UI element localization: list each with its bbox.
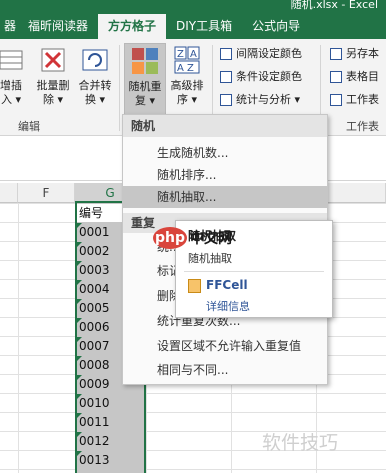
- menu-item-random-sort[interactable]: 随机排序...: [123, 164, 327, 186]
- cell-value: 0009: [79, 377, 110, 391]
- grid-line: [18, 203, 19, 473]
- data-cell[interactable]: 0012: [77, 432, 144, 450]
- tooltip-more-info-link[interactable]: 详细信息: [206, 298, 250, 314]
- table-directory-button[interactable]: 表格目: [328, 67, 379, 87]
- error-indicator-icon: [77, 299, 82, 304]
- cell-value: 0008: [79, 358, 110, 372]
- save-as-button[interactable]: 另存本: [328, 44, 379, 64]
- grid-line: [0, 469, 386, 470]
- worksheet-button[interactable]: 工作表: [328, 90, 379, 110]
- cell-value: 0006: [79, 320, 110, 334]
- column-header-f[interactable]: F: [18, 183, 75, 203]
- merge-convert-icon: [80, 45, 110, 75]
- menu-header-random: 随机: [123, 115, 327, 137]
- alternate-color-label: 间隔设定颜色: [236, 47, 302, 60]
- cell-value: 0001: [79, 225, 110, 239]
- save-as-label: 另存本: [346, 47, 379, 60]
- error-indicator-icon: [77, 261, 82, 266]
- grid-line: [0, 393, 386, 394]
- cell-value: 0013: [79, 453, 110, 467]
- random-repeat-button[interactable]: 随机重 复 ▾: [124, 43, 166, 115]
- error-indicator-icon: [77, 280, 82, 285]
- error-indicator-icon: [77, 356, 82, 361]
- cell-value: 0002: [79, 244, 110, 258]
- worksheet-label: 工作表: [346, 93, 379, 106]
- svg-text:A: A: [190, 49, 197, 60]
- stats-analysis-label: 统计与分析 ▾: [236, 93, 301, 106]
- insert-label: 增插 入 ▾: [0, 79, 22, 106]
- menu-item-generate-random[interactable]: 生成随机数...: [123, 142, 327, 164]
- window-title: 随机.xlsx - Excel: [290, 0, 378, 11]
- error-indicator-icon: [77, 318, 82, 323]
- menu-item-same-different[interactable]: 相同与不同...: [123, 359, 327, 381]
- cell-value: 0012: [79, 434, 110, 448]
- tab-foxit[interactable]: 福昕阅读器: [18, 14, 98, 39]
- table-directory-label: 表格目: [346, 70, 379, 83]
- watermark-site: 软件技巧: [262, 432, 339, 454]
- merge-convert-label: 合并转 换 ▾: [78, 79, 112, 106]
- merge-convert-button[interactable]: 合并转 换 ▾: [74, 43, 116, 115]
- group-edit-label: 编辑: [18, 120, 40, 133]
- data-cell[interactable]: 0011: [77, 413, 144, 431]
- cell-value: 0003: [79, 263, 110, 277]
- save-icon: [330, 48, 342, 60]
- table-icon: [330, 71, 342, 83]
- error-indicator-icon: [77, 375, 82, 380]
- error-indicator-icon: [77, 432, 82, 437]
- worksheet-icon: [330, 94, 342, 106]
- error-indicator-icon: [77, 451, 82, 456]
- error-indicator-icon: [77, 223, 82, 228]
- svg-text:A Z: A Z: [177, 63, 194, 74]
- conditional-color-button[interactable]: 条件设定颜色: [218, 67, 302, 87]
- svg-text:Z: Z: [177, 49, 184, 60]
- insert-button[interactable]: 增插 入 ▾: [0, 43, 32, 115]
- data-cell[interactable]: 0013: [77, 451, 144, 469]
- advanced-sort-label: 高级排 序 ▾: [170, 79, 204, 106]
- cell-value: 0007: [79, 339, 110, 353]
- tab-diy-toolbox[interactable]: DIY工具箱: [166, 14, 242, 39]
- ribbon-tabs: 器 福昕阅读器 方方格子 DIY工具箱 公式向导: [0, 14, 310, 39]
- sort-az-icon: ZA A Z: [172, 45, 202, 75]
- advanced-sort-button[interactable]: ZA A Z 高级排 序 ▾: [166, 43, 208, 115]
- data-cell[interactable]: 0010: [77, 394, 144, 412]
- ribbon-tab-bar: 随机.xlsx - Excel 器 福昕阅读器 方方格子 DIY工具箱 公式向导: [0, 0, 386, 39]
- cell-value: 0011: [79, 415, 110, 429]
- error-indicator-icon: [77, 337, 82, 342]
- grid-color-icon: [220, 48, 232, 60]
- tooltip-divider: [184, 271, 324, 272]
- cell-value: 0005: [79, 301, 110, 315]
- error-indicator-icon: [77, 413, 82, 418]
- grid-color-icon: [220, 71, 232, 83]
- error-indicator-icon: [77, 242, 82, 247]
- tooltip-desc: 随机抽取: [188, 252, 232, 265]
- stats-analysis-button[interactable]: 统计与分析 ▾: [218, 90, 300, 110]
- batch-delete-icon: [38, 45, 68, 75]
- column-header-partial[interactable]: [0, 183, 18, 203]
- batch-delete-label: 批量删 除 ▾: [36, 79, 70, 106]
- cell-value: 编号: [79, 206, 104, 220]
- error-indicator-icon: [77, 394, 82, 399]
- group-worksheet-label: 工作表: [346, 120, 379, 133]
- grid-line: [0, 412, 386, 413]
- tab-fangfang[interactable]: 方方格子: [98, 14, 167, 39]
- menu-item-disallow-repeat[interactable]: 设置区域不允许输入重复值: [123, 335, 327, 357]
- watermark-cn-text: 中文网: [190, 231, 232, 247]
- random-repeat-label: 随机重 复 ▾: [128, 80, 162, 107]
- menu-item-random-extract[interactable]: 随机抽取...: [123, 186, 327, 208]
- conditional-color-label: 条件设定颜色: [236, 70, 302, 83]
- tab-formula-wizard[interactable]: 公式向导: [242, 14, 310, 39]
- ribbon-separator: [119, 45, 120, 131]
- watermark-php-logo: php: [153, 227, 187, 249]
- tooltip-brand: FFCell: [206, 278, 248, 292]
- batch-delete-button[interactable]: 批量删 除 ▾: [32, 43, 74, 115]
- insert-icon: [0, 45, 26, 75]
- alternate-color-button[interactable]: 间隔设定颜色: [218, 44, 302, 64]
- ffcell-logo-icon: [188, 279, 201, 293]
- tab-partial[interactable]: 器: [0, 14, 18, 39]
- random-repeat-icon: [130, 46, 160, 76]
- stats-icon: [220, 94, 232, 106]
- cell-value: 0004: [79, 282, 110, 296]
- cell-value: 0010: [79, 396, 110, 410]
